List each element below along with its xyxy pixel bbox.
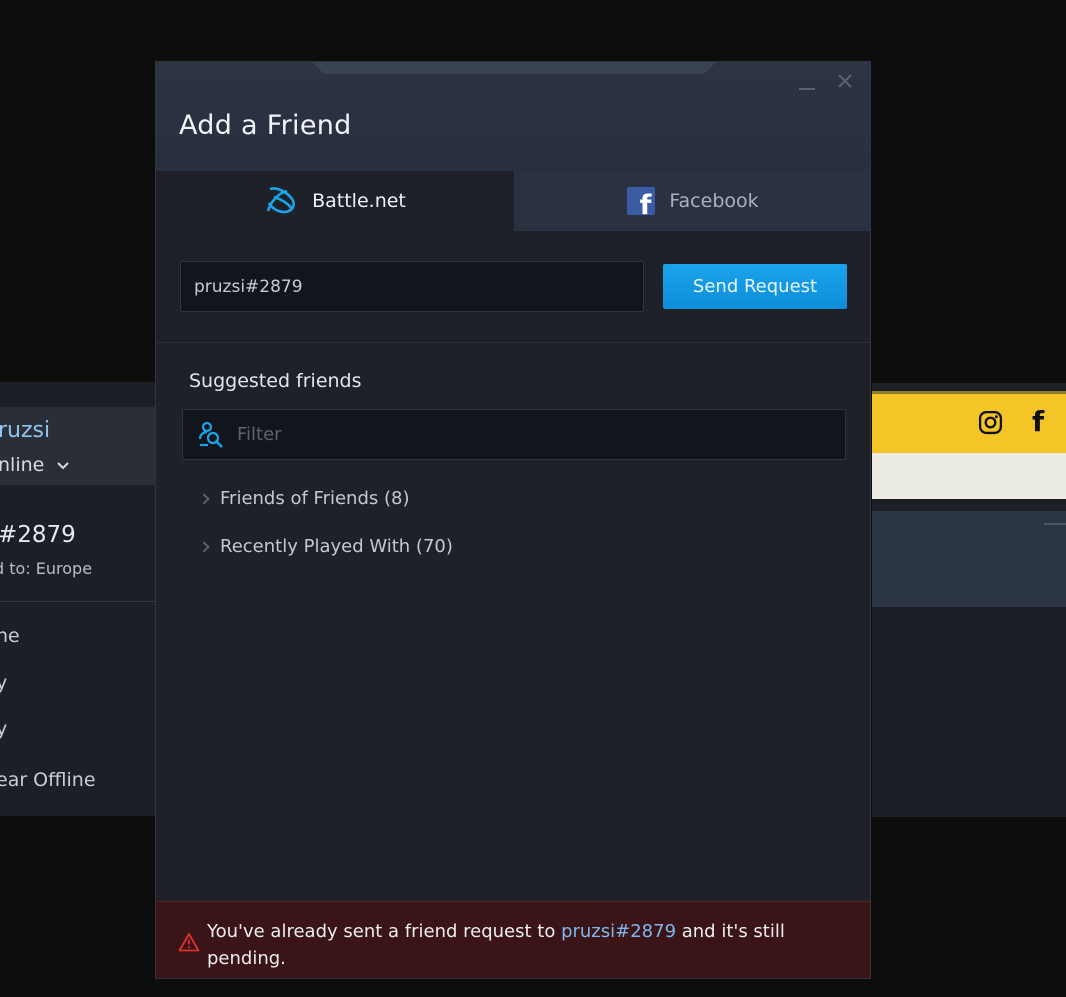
battletag-input[interactable] xyxy=(180,261,644,312)
facebook-icon[interactable]: f xyxy=(1032,405,1044,438)
close-icon xyxy=(838,74,852,88)
chevron-right-icon xyxy=(198,492,210,505)
header-notch xyxy=(312,62,716,74)
warning-icon xyxy=(178,933,200,952)
tab-battlenet[interactable]: Battle.net xyxy=(156,171,514,231)
background-friends-panel: ruzsi nline #2879 d to: Europe ne y y ea… xyxy=(0,382,160,816)
error-banner: You've already sent a friend request to … xyxy=(156,901,870,978)
minimize-icon[interactable] xyxy=(1044,523,1066,525)
send-request-button[interactable]: Send Request xyxy=(663,264,847,309)
profile-region: d to: Europe xyxy=(0,559,93,578)
content-block xyxy=(872,511,1066,607)
status-option-busy[interactable]: y xyxy=(0,718,7,740)
chevron-right-icon xyxy=(198,540,210,553)
group-label: Friends of Friends (8) xyxy=(220,488,410,509)
tab-facebook-label: Facebook xyxy=(669,190,759,212)
search-person-icon xyxy=(198,421,223,448)
facebook-icon: f xyxy=(627,187,656,215)
content-bar xyxy=(872,453,1066,499)
add-friend-dialog: Add a Friend Battle.net f Facebook Send … xyxy=(155,61,871,979)
suggested-friends-heading: Suggested friends xyxy=(189,370,362,392)
error-text-before: You've already sent a friend request to xyxy=(207,921,562,942)
close-button[interactable] xyxy=(834,70,856,92)
chevron-down-icon xyxy=(57,461,70,469)
tab-battlenet-label: Battle.net xyxy=(312,190,406,212)
profile-status-dropdown[interactable]: nline xyxy=(0,454,70,476)
status-option-online[interactable]: ne xyxy=(0,625,20,647)
divider xyxy=(0,601,160,602)
instagram-icon[interactable] xyxy=(978,410,1003,435)
profile-name: ruzsi xyxy=(0,418,51,443)
group-recently-played-with[interactable]: Recently Played With (70) xyxy=(198,536,453,557)
error-message: You've already sent a friend request to … xyxy=(207,918,847,972)
dialog-header: Add a Friend xyxy=(156,62,870,172)
status-option-away[interactable]: y xyxy=(0,672,7,694)
background-web-window: f xyxy=(872,383,1066,817)
minimize-button[interactable] xyxy=(796,76,818,94)
add-friend-row: Send Request xyxy=(156,231,870,343)
tab-bar: Battle.net f Facebook xyxy=(156,171,870,231)
profile-status-label: nline xyxy=(0,454,45,476)
dialog-title: Add a Friend xyxy=(179,110,352,141)
error-battletag-link[interactable]: pruzsi#2879 xyxy=(561,921,676,942)
tab-facebook[interactable]: f Facebook xyxy=(514,171,870,231)
filter-input[interactable] xyxy=(237,410,837,459)
filter-field[interactable] xyxy=(182,409,846,460)
battlenet-icon xyxy=(266,187,296,214)
status-option-appear-offline[interactable]: ear Offline xyxy=(0,769,96,791)
group-friends-of-friends[interactable]: Friends of Friends (8) xyxy=(198,488,410,509)
group-label: Recently Played With (70) xyxy=(220,536,453,557)
profile-battletag: #2879 xyxy=(0,522,76,548)
dropdown-caret xyxy=(128,486,150,496)
